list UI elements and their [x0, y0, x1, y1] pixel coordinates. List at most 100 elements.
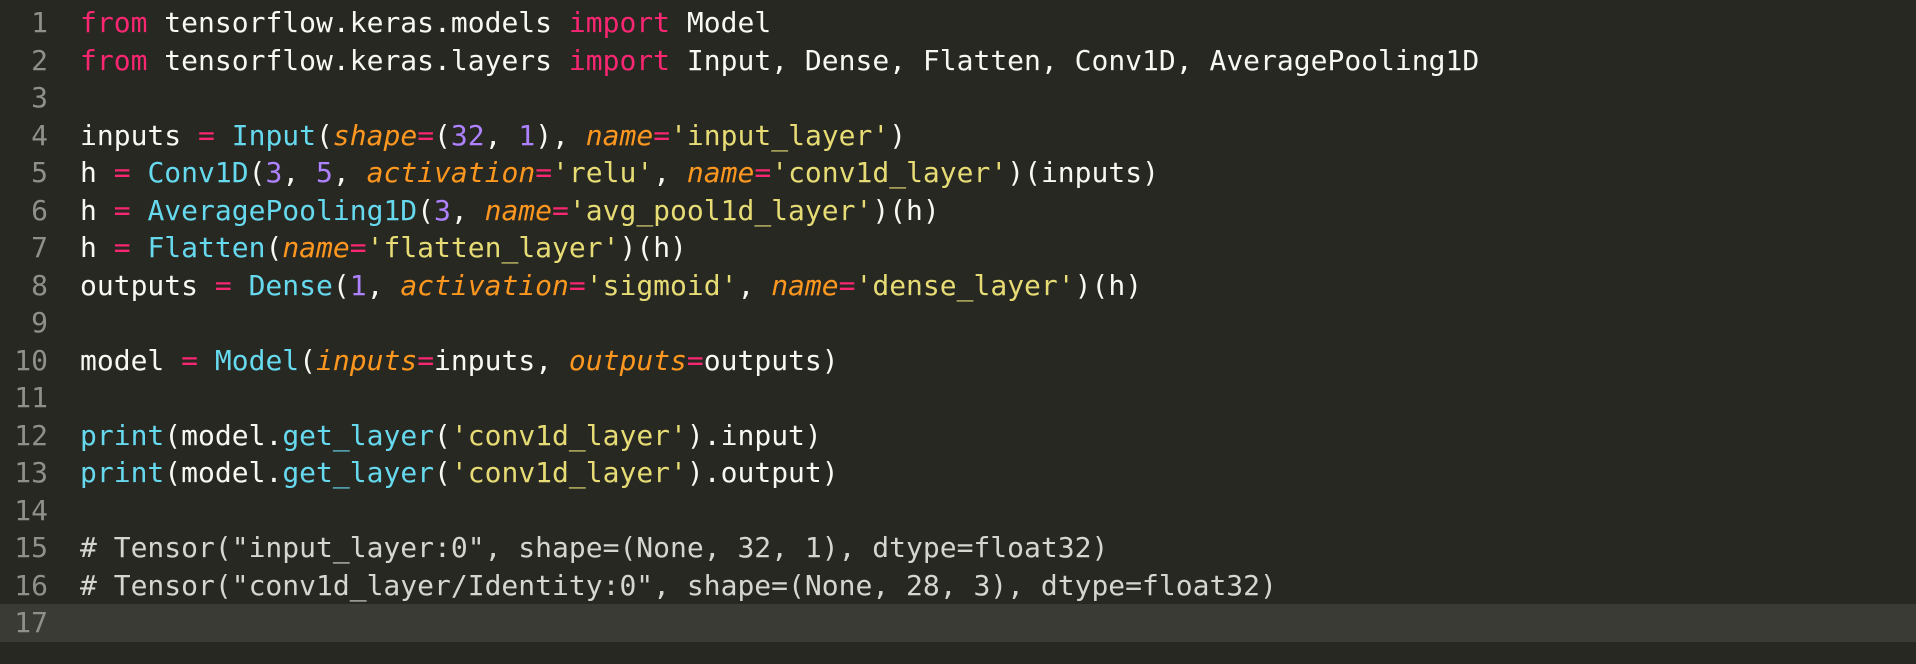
line-code[interactable]: h = Flatten(name='flatten_layer')(h)	[80, 229, 687, 267]
line-number: 15	[14, 531, 48, 564]
line-code[interactable]: h = Conv1D(3, 5, activation='relu', name…	[80, 154, 1159, 192]
code-token: Dense	[248, 268, 333, 302]
code-line[interactable]: 13 print(model.get_layer('conv1d_layer').…	[0, 454, 1916, 492]
code-line[interactable]: 9	[0, 304, 1916, 342]
line-number: 13	[14, 456, 48, 489]
code-token: inputs	[80, 118, 199, 152]
code-token: (model.	[164, 456, 283, 489]
code-token: get_layer	[282, 418, 435, 452]
code-token: import	[568, 6, 671, 39]
line-number: 5	[31, 156, 48, 189]
code-token: ,	[450, 193, 485, 227]
code-line[interactable]: 16 # Tensor("conv1d_layer/Identity:0", sh…	[0, 567, 1916, 605]
code-token: Input	[231, 118, 317, 152]
code-token: activation	[400, 268, 569, 302]
code-token: print	[80, 418, 165, 452]
code-token: ,	[282, 156, 317, 189]
code-token: (	[417, 193, 435, 227]
code-token: =	[181, 343, 199, 377]
code-token: =	[754, 156, 772, 189]
code-token: (	[299, 343, 317, 377]
code-token: # Tensor("conv1d_layer/Identity:0", shap…	[80, 568, 1277, 602]
code-area[interactable]: 1 from tensorflow.keras.models import Mod…	[0, 4, 1916, 642]
code-token: 'conv1d_layer'	[771, 156, 1008, 189]
code-token: =	[113, 231, 131, 264]
code-token: 1	[349, 268, 367, 302]
line-number: 7	[31, 231, 48, 264]
line-code[interactable]: from tensorflow.keras.layers import Inpu…	[80, 42, 1479, 80]
code-token: name	[282, 231, 350, 264]
code-token: tensorflow.keras.models	[147, 6, 569, 39]
code-line[interactable]: 11	[0, 379, 1916, 417]
code-line[interactable]: 17	[0, 604, 1916, 642]
line-code[interactable]: outputs = Dense(1, activation='sigmoid',…	[80, 267, 1142, 305]
code-token: 'avg_pool1d_layer'	[568, 193, 873, 227]
code-token: print	[80, 456, 165, 489]
code-token: Input, Dense, Flatten, Conv1D, AveragePo…	[670, 43, 1480, 77]
code-token: (	[434, 456, 451, 489]
line-code[interactable]: print(model.get_layer('conv1d_layer').in…	[80, 417, 822, 455]
code-line[interactable]: 12 print(model.get_layer('conv1d_layer').…	[0, 417, 1916, 455]
code-token: ).output)	[686, 456, 839, 489]
code-token: # Tensor("input_layer:0", shape=(None, 3…	[80, 531, 1109, 564]
code-token: ,	[484, 118, 519, 152]
code-token: shape	[332, 118, 418, 152]
line-code[interactable]: # Tensor("input_layer:0", shape=(None, 3…	[80, 529, 1108, 567]
line-code[interactable]: # Tensor("conv1d_layer/Identity:0", shap…	[80, 567, 1277, 605]
code-token: )(inputs)	[1007, 156, 1159, 189]
line-number: 9	[31, 306, 48, 339]
line-code[interactable]: h = AveragePooling1D(3, name='avg_pool1d…	[80, 192, 940, 230]
code-line[interactable]: 15 # Tensor("input_layer:0", shape=(None,…	[0, 529, 1916, 567]
code-token: 32	[450, 118, 485, 152]
code-token: 'conv1d_layer'	[450, 456, 687, 489]
code-token: Conv1D	[147, 156, 249, 189]
code-token: from	[80, 43, 148, 77]
code-line[interactable]: 10 model = Model(inputs=inputs, outputs=o…	[0, 342, 1916, 380]
line-number: 4	[31, 118, 48, 152]
code-token: =	[214, 268, 232, 302]
code-token: 'dense_layer'	[855, 268, 1075, 302]
code-token: =	[417, 343, 435, 377]
code-token: =	[198, 118, 215, 152]
code-token: (	[248, 156, 266, 189]
code-token: AveragePooling1D	[147, 193, 418, 227]
code-line[interactable]: 1 from tensorflow.keras.models import Mod…	[0, 4, 1916, 42]
code-token: get_layer	[282, 456, 435, 489]
code-token: name	[484, 193, 553, 227]
code-token: (	[434, 418, 451, 452]
code-token: ,	[737, 268, 772, 302]
line-code[interactable]: print(model.get_layer('conv1d_layer').ou…	[80, 454, 839, 492]
code-line[interactable]: 14	[0, 492, 1916, 530]
line-code[interactable]: inputs = Input(shape=(32, 1), name='inpu…	[80, 117, 906, 155]
code-line[interactable]: 2 from tensorflow.keras.layers import Inp…	[0, 42, 1916, 80]
code-token: ),	[535, 118, 586, 152]
code-token: =	[838, 268, 856, 302]
line-code[interactable]: from tensorflow.keras.models import Mode…	[80, 4, 771, 42]
code-line[interactable]: 7h = Flatten(name='flatten_layer')(h)	[0, 229, 1916, 267]
code-line[interactable]: 6h = AveragePooling1D(3, name='avg_pool1…	[0, 192, 1916, 230]
code-token: model	[80, 343, 182, 377]
code-token: =	[417, 118, 435, 152]
line-code[interactable]: model = Model(inputs=inputs, outputs=out…	[80, 342, 839, 380]
code-token: Model	[214, 343, 300, 377]
line-number: 8	[31, 268, 48, 302]
code-token: 3	[434, 193, 451, 227]
code-token: 'flatten_layer'	[366, 231, 620, 264]
code-line[interactable]: 5h = Conv1D(3, 5, activation='relu', nam…	[0, 154, 1916, 192]
code-token: ,	[366, 268, 401, 302]
code-token: (	[265, 231, 283, 264]
code-token: )(h)	[619, 231, 687, 264]
code-line[interactable]: 3	[0, 79, 1916, 117]
code-token: name	[686, 156, 755, 189]
code-line[interactable]: 4 inputs = Input(shape=(32, 1), name='inp…	[0, 117, 1916, 155]
line-number: 17	[14, 606, 48, 639]
code-token: (model.	[164, 418, 283, 452]
code-token: =	[653, 118, 671, 152]
code-token: activation	[366, 156, 536, 189]
code-editor[interactable]: 1 from tensorflow.keras.models import Mod…	[0, 0, 1916, 664]
code-token: h	[80, 193, 114, 227]
code-line[interactable]: 8 outputs = Dense(1, activation='sigmoid'…	[0, 267, 1916, 305]
